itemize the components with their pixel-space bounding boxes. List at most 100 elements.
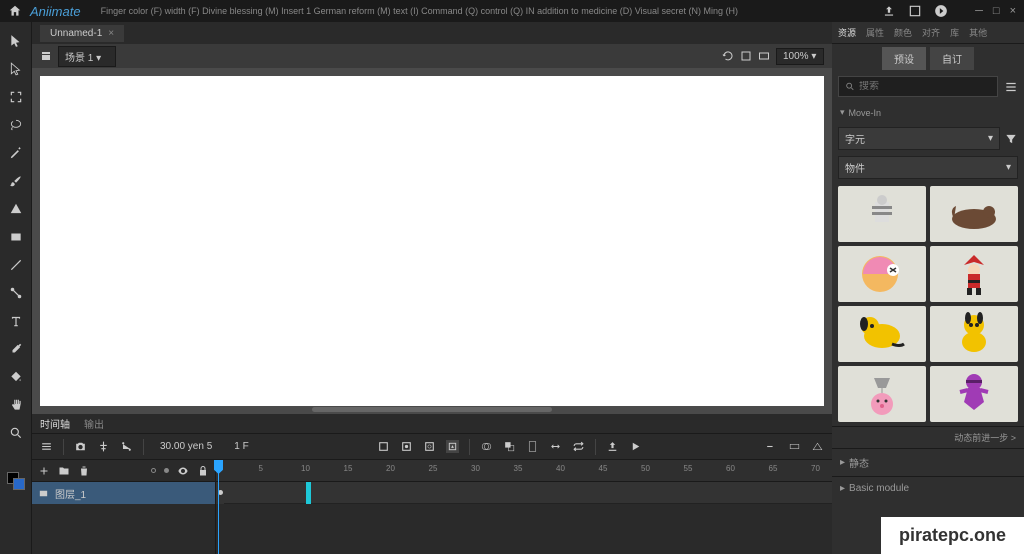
- layer-type-icon: [38, 488, 49, 499]
- layer-highlight-icon[interactable]: [151, 468, 156, 473]
- scene-icon[interactable]: [40, 50, 52, 62]
- asset-thumbnail[interactable]: [838, 366, 926, 422]
- stage-clip-icon[interactable]: [740, 50, 752, 62]
- timeline-panel: 时间轴 输出 30.00 yen 5 1 F: [32, 414, 832, 554]
- asset-thumbnail[interactable]: [838, 306, 926, 362]
- module-section[interactable]: ▸Basic module: [832, 476, 1024, 500]
- stage-option-icon[interactable]: [704, 50, 716, 62]
- color-swatch[interactable]: [7, 472, 25, 490]
- zoom-tool-icon[interactable]: [7, 424, 25, 442]
- layer-lock-icon[interactable]: [197, 465, 209, 477]
- asset-thumbnail[interactable]: [838, 246, 926, 302]
- stage[interactable]: [32, 68, 832, 414]
- add-folder-icon[interactable]: [58, 465, 70, 477]
- timeline-frames[interactable]: 151015202530354045505560657075: [216, 460, 832, 554]
- document-tab[interactable]: Unnamed-1 ×: [40, 25, 124, 42]
- panel-tab[interactable]: 对齐: [922, 26, 940, 39]
- blank-keyframe-icon[interactable]: [423, 440, 436, 453]
- edit-multiple-icon[interactable]: [503, 440, 516, 453]
- output-tab[interactable]: 输出: [84, 416, 104, 431]
- export-icon[interactable]: [606, 440, 619, 453]
- panel-tab[interactable]: 属性: [866, 26, 884, 39]
- insert-frame-icon[interactable]: [377, 440, 390, 453]
- hand-tool-icon[interactable]: [7, 396, 25, 414]
- frame-counter: 1 F: [234, 441, 248, 452]
- canvas[interactable]: [40, 76, 824, 406]
- loop-icon[interactable]: [572, 440, 585, 453]
- ruler-tick: 50: [641, 464, 650, 473]
- bone-tool-icon[interactable]: [7, 284, 25, 302]
- stage-rotate-icon[interactable]: [722, 50, 734, 62]
- scene-selector[interactable]: 场景 1 ▾: [58, 46, 116, 67]
- search-input[interactable]: [838, 76, 998, 97]
- home-icon[interactable]: [8, 4, 22, 18]
- keyframe-marker[interactable]: [306, 482, 311, 504]
- watermark: piratepc.one: [881, 517, 1024, 554]
- layer-connect-icon[interactable]: [120, 440, 133, 453]
- layer-row[interactable]: 图层_1: [32, 482, 215, 504]
- brush-tool-icon[interactable]: [7, 172, 25, 190]
- center-frame-icon[interactable]: [549, 440, 562, 453]
- play-icon[interactable]: [934, 4, 948, 18]
- selection-tool-icon[interactable]: [7, 32, 25, 50]
- marker-icon[interactable]: [526, 440, 539, 453]
- subselect-tool-icon[interactable]: [7, 60, 25, 78]
- menu-bar[interactable]: Finger color (F) width (F) Divine blessi…: [101, 6, 883, 16]
- horizontal-scrollbar[interactable]: [312, 407, 552, 412]
- shape-tool-icon[interactable]: [7, 200, 25, 218]
- zoom-selector[interactable]: 100% ▾: [776, 48, 824, 65]
- camera-icon[interactable]: [74, 440, 87, 453]
- static-section[interactable]: ▸静态: [832, 448, 1024, 476]
- maximize-button[interactable]: □: [993, 5, 1000, 17]
- category-dropdown[interactable]: 字元▾: [838, 127, 1000, 150]
- insert-keyframe-icon[interactable]: [400, 440, 413, 453]
- line-tool-icon[interactable]: [7, 256, 25, 274]
- timeline-zoom-fit-icon[interactable]: [788, 440, 801, 453]
- timeline-tab[interactable]: 时间轴: [40, 416, 70, 431]
- lasso-tool-icon[interactable]: [7, 116, 25, 134]
- text-tool-icon[interactable]: [7, 312, 25, 330]
- auto-keyframe-icon[interactable]: [446, 440, 459, 453]
- asset-thumbnail[interactable]: [930, 246, 1018, 302]
- stage-fit-icon[interactable]: [758, 50, 770, 62]
- panel-tab[interactable]: 库: [950, 26, 959, 39]
- panel-tab[interactable]: 资源: [838, 26, 856, 39]
- transform-tool-icon[interactable]: [7, 88, 25, 106]
- asset-thumbnail[interactable]: [930, 186, 1018, 242]
- minimize-button[interactable]: ─: [975, 5, 983, 17]
- assets-footer[interactable]: 动态前进一步 >: [832, 426, 1024, 448]
- asset-thumbnail[interactable]: [838, 186, 926, 242]
- asset-thumbnail[interactable]: [930, 306, 1018, 362]
- document-tab-label: Unnamed-1: [50, 28, 102, 39]
- layer-outline-icon[interactable]: [164, 468, 169, 473]
- bucket-tool-icon[interactable]: [7, 368, 25, 386]
- keyframe-options-icon[interactable]: [40, 440, 53, 453]
- ruler-tick: 40: [556, 464, 565, 473]
- playhead[interactable]: [218, 460, 219, 554]
- pen-tool-icon[interactable]: [7, 144, 25, 162]
- list-view-icon[interactable]: [1004, 80, 1018, 94]
- workspace-icon[interactable]: [908, 4, 922, 18]
- custom-tab[interactable]: 自订: [930, 47, 974, 70]
- filter-icon[interactable]: [1004, 132, 1018, 146]
- panel-tab[interactable]: 颜色: [894, 26, 912, 39]
- onion-skin-icon[interactable]: [480, 440, 493, 453]
- timeline-zoom-in-icon[interactable]: [811, 440, 824, 453]
- share-icon[interactable]: [882, 4, 896, 18]
- play-button-icon[interactable]: [629, 440, 642, 453]
- eyedropper-tool-icon[interactable]: [7, 340, 25, 358]
- hierarchy-icon[interactable]: [97, 440, 110, 453]
- rectangle-tool-icon[interactable]: [7, 228, 25, 246]
- preset-tab[interactable]: 预设: [882, 47, 926, 70]
- section-header[interactable]: ▾Move-In: [832, 101, 1024, 124]
- delete-layer-icon[interactable]: [78, 465, 90, 477]
- timeline-ruler[interactable]: 151015202530354045505560657075: [216, 460, 832, 482]
- add-layer-icon[interactable]: [38, 465, 50, 477]
- asset-thumbnail[interactable]: [930, 366, 1018, 422]
- layer-visibility-icon[interactable]: [177, 465, 189, 477]
- tab-close-icon[interactable]: ×: [108, 28, 114, 39]
- timeline-zoom-out-icon[interactable]: [765, 440, 778, 453]
- panel-tab[interactable]: 其他: [969, 26, 987, 39]
- close-button[interactable]: ×: [1010, 5, 1016, 17]
- type-dropdown[interactable]: 物件▾: [838, 156, 1018, 179]
